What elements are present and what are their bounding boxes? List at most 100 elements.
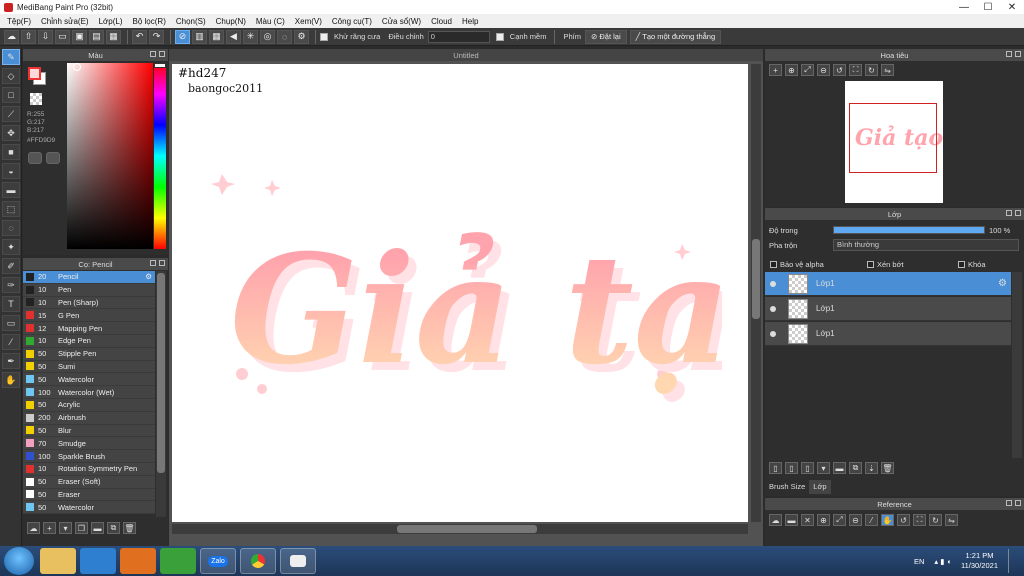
saturation-value-picker[interactable] <box>67 63 153 249</box>
select-eraser-icon[interactable]: ✑ <box>2 277 20 293</box>
undock-icon[interactable] <box>1006 51 1012 57</box>
undock-icon[interactable] <box>150 260 156 266</box>
visibility-icon[interactable] <box>770 280 776 287</box>
trash-icon[interactable]: 🗑 <box>881 462 894 474</box>
palette-icon[interactable] <box>28 152 42 164</box>
close-icon[interactable] <box>159 51 165 57</box>
hue-slider-knob[interactable] <box>154 63 166 68</box>
folder-icon[interactable]: ▬ <box>91 522 104 534</box>
maximize-button[interactable]: ☐ <box>976 0 1000 14</box>
close-icon[interactable]: ✕ <box>801 514 814 526</box>
gear-icon[interactable]: ⚙ <box>145 272 152 281</box>
duplicate-icon[interactable]: ⧉ <box>107 522 120 534</box>
download-icon[interactable]: ⇩ <box>38 29 53 44</box>
minimize-button[interactable]: — <box>952 0 976 14</box>
fill-rect-icon[interactable]: ■ <box>2 144 20 160</box>
clock[interactable]: 1:21 PM 11/30/2021 <box>961 551 998 571</box>
brush-item[interactable]: 50 Acrylic <box>23 398 155 412</box>
snap-cross-icon[interactable]: ▦ <box>209 29 224 44</box>
undock-icon[interactable] <box>1006 210 1012 216</box>
correction-select[interactable]: 0 <box>427 30 490 43</box>
layer-row[interactable]: Lớp1 <box>765 297 1011 321</box>
layer-scrollbar[interactable] <box>1012 272 1022 458</box>
menu-select[interactable]: Chọn(S) <box>171 17 211 26</box>
internet-explorer-icon[interactable] <box>80 548 116 574</box>
brush-item[interactable]: 50 Eraser <box>23 488 155 502</box>
soft-edge-checkbox[interactable] <box>495 32 504 41</box>
brush-item[interactable]: 100 Watercolor (Wet) <box>23 386 155 399</box>
menu-file[interactable]: Tệp(F) <box>2 17 36 26</box>
fit-window-icon[interactable]: ⛶ <box>913 514 926 526</box>
straight-line-button[interactable]: ╱ Tạo một đường thẳng <box>629 29 722 44</box>
canvas-tab[interactable]: Untitled <box>169 49 763 61</box>
brush-item[interactable]: 10 Rotation Symmetry Pen <box>23 462 155 476</box>
zoom-in-icon[interactable]: ⊕ <box>785 64 798 76</box>
hue-slider[interactable] <box>154 63 166 249</box>
add-brush-icon[interactable]: + <box>43 522 56 534</box>
brush-item[interactable]: 50 Blur <box>23 424 155 438</box>
snap-off-icon[interactable]: ⊘ <box>175 29 190 44</box>
close-icon[interactable] <box>1015 210 1021 216</box>
snap-radial-icon[interactable]: ✳ <box>243 29 258 44</box>
dot-tool-icon[interactable]: □ <box>2 87 20 103</box>
hand-icon[interactable]: ✋ <box>881 514 894 526</box>
show-desktop-button[interactable] <box>1008 549 1018 573</box>
primary-color-swatch[interactable] <box>28 67 41 80</box>
media-player-icon[interactable] <box>120 548 156 574</box>
rotate-right-icon[interactable]: ↻ <box>865 64 878 76</box>
text-tool-icon[interactable]: T <box>2 296 20 312</box>
brush-item[interactable]: 70 Smudge <box>23 437 155 451</box>
menu-filter[interactable]: Bộ lọc(R) <box>128 17 171 26</box>
brush-item[interactable]: 20 Pencil ⚙ <box>23 271 155 284</box>
undo-icon[interactable]: ↶ <box>132 29 147 44</box>
chrome-icon[interactable] <box>240 548 276 574</box>
operation-tool-icon[interactable]: ✒ <box>2 353 20 369</box>
fit-icon[interactable]: ⤢ <box>801 64 814 76</box>
brush-item[interactable]: 100 Sparkle Brush <box>23 450 155 463</box>
protect-alpha-checkbox[interactable] <box>770 260 777 268</box>
fit-icon[interactable]: ⤢ <box>833 514 846 526</box>
zoom-in-icon[interactable]: + <box>769 64 782 76</box>
cloud-icon[interactable]: ☁ <box>769 514 782 526</box>
brush-item[interactable]: 12 Mapping Pen <box>23 322 155 335</box>
lock-checkbox[interactable] <box>958 260 965 268</box>
close-icon[interactable] <box>1015 51 1021 57</box>
medibang-taskbar-icon[interactable] <box>280 548 316 574</box>
snap-parallel-icon[interactable]: ▥ <box>192 29 207 44</box>
brush-item[interactable]: 50 Watercolor <box>23 501 155 515</box>
select-pen-icon[interactable]: ✐ <box>2 258 20 274</box>
brush-scrollbar-thumb[interactable] <box>157 273 165 473</box>
snap-circle-icon[interactable]: ◎ <box>260 29 275 44</box>
visibility-icon[interactable] <box>770 330 776 337</box>
brush-tool-icon[interactable]: ✎ <box>2 49 20 65</box>
bucket-tool-icon[interactable]: ◒ <box>2 163 20 179</box>
hand-tool-icon[interactable]: ✋ <box>2 372 20 388</box>
export-icon[interactable]: ▤ <box>89 29 104 44</box>
language-indicator[interactable]: EN <box>914 557 924 566</box>
figure-tool-icon[interactable]: ⟋ <box>2 106 20 122</box>
dropper-tool-icon[interactable]: ⁄ <box>2 334 20 350</box>
settings-icon[interactable]: ⚙ <box>294 29 309 44</box>
clipping-checkbox[interactable] <box>867 260 874 268</box>
rotate-left-icon[interactable]: ↺ <box>897 514 910 526</box>
copy-brush-icon[interactable]: ❐ <box>75 522 88 534</box>
tab-brush-size[interactable]: Brush Size <box>765 480 809 494</box>
gear-icon[interactable]: ⚙ <box>998 278 1007 289</box>
cloud-icon[interactable]: ☁ <box>4 29 19 44</box>
visibility-icon[interactable] <box>770 305 776 312</box>
rotate-right-icon[interactable]: ↻ <box>929 514 942 526</box>
zoom-out-icon[interactable]: ⊖ <box>849 514 862 526</box>
rotate-left-icon[interactable]: ↺ <box>833 64 846 76</box>
tray-icons[interactable]: ▴ ▮ ◖ <box>934 557 951 566</box>
color-wheel-icon[interactable] <box>46 152 60 164</box>
menu-edit[interactable]: Chỉnh sửa(E) <box>36 17 94 26</box>
snap-curve-icon[interactable]: ◌ <box>277 29 292 44</box>
flip-icon[interactable]: ⇋ <box>881 64 894 76</box>
blend-mode-select[interactable]: Bình thường <box>833 239 1019 251</box>
layer-row[interactable]: Lớp1 ⚙ <box>765 272 1011 296</box>
cloud-brush-icon[interactable]: ☁ <box>27 522 40 534</box>
brush-item[interactable]: 10 Pen (Sharp) <box>23 296 155 310</box>
new-halftone-layer-icon[interactable]: ▯ <box>785 462 798 474</box>
canvas-vertical-thumb[interactable] <box>752 239 760 319</box>
navigator-view-frame[interactable] <box>849 103 937 173</box>
